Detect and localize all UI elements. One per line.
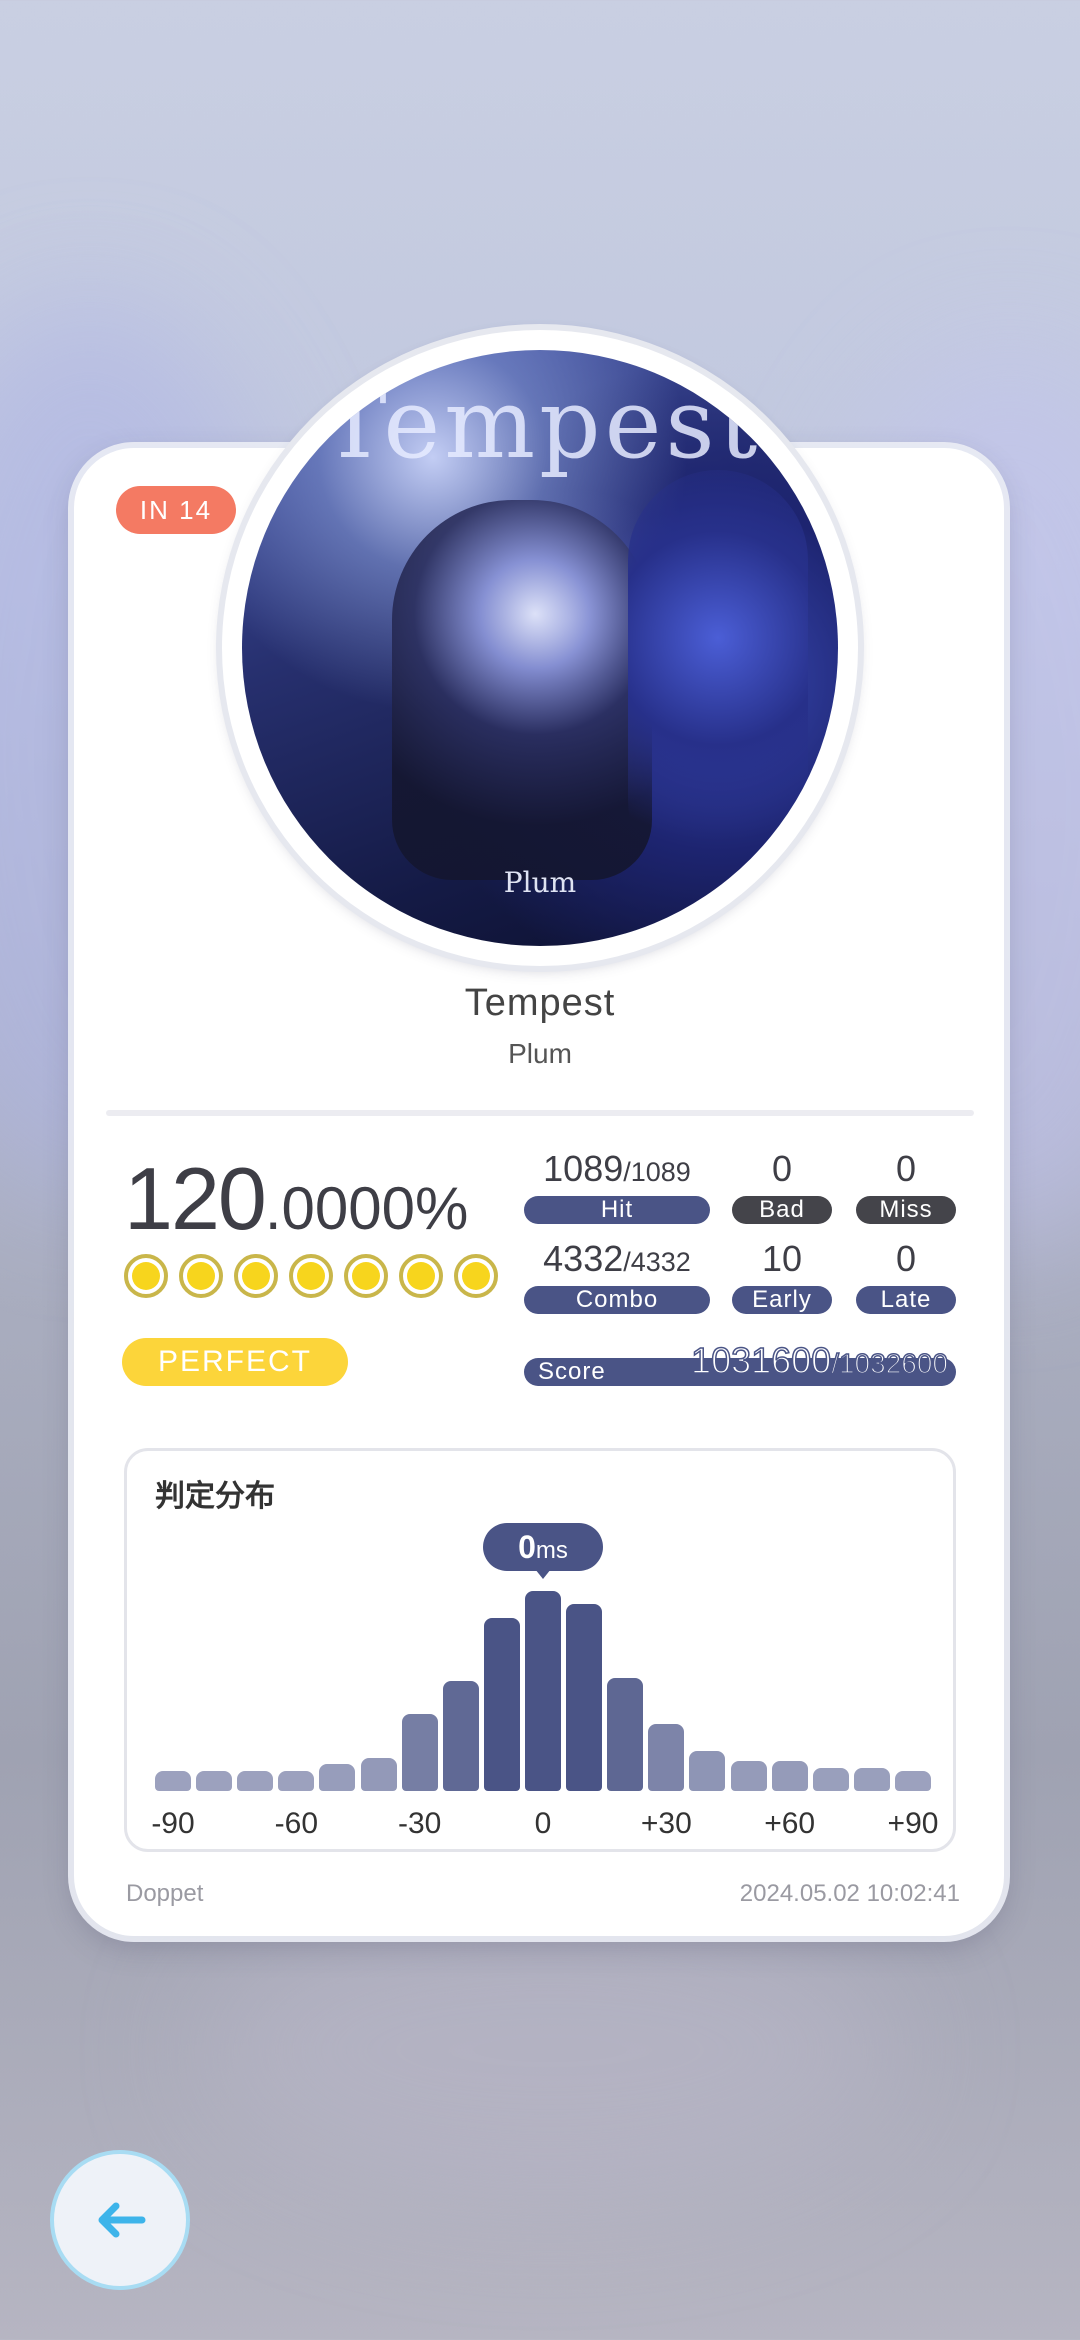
divider xyxy=(106,1110,974,1116)
distribution-tick-label: +30 xyxy=(640,1807,692,1840)
combo-count: 4332/4332 xyxy=(524,1238,710,1280)
combo-total: /4332 xyxy=(623,1247,691,1277)
full-clear-dot xyxy=(234,1254,278,1298)
score-bar: Score 1031600/1032600 xyxy=(524,1339,956,1386)
cover-artist-text: Plum xyxy=(503,866,577,899)
distribution-bar xyxy=(607,1677,644,1791)
distribution-bar xyxy=(401,1714,438,1791)
score-label: Score xyxy=(538,1358,606,1385)
distribution-tick-label: 0 xyxy=(534,1807,552,1840)
full-clear-dot xyxy=(179,1254,223,1298)
song-artist: Plum xyxy=(508,1038,572,1069)
distribution-bar xyxy=(442,1681,479,1791)
hit-count: 1089/1089 xyxy=(524,1148,710,1190)
distribution-tick-label: -90 xyxy=(151,1807,195,1840)
late-count: 0 xyxy=(895,1238,917,1279)
hit-total: /1089 xyxy=(623,1157,691,1187)
player-name: Doppet xyxy=(126,1880,204,1907)
distribution-bar xyxy=(319,1764,356,1791)
full-clear-dot xyxy=(124,1254,168,1298)
cover-art: Tempest Plum xyxy=(242,350,838,946)
distribution-bar xyxy=(525,1591,561,1791)
score-total: /1032600 xyxy=(830,1347,948,1380)
distribution-bar xyxy=(196,1771,233,1791)
accuracy-decimal: .0000% xyxy=(264,1175,469,1242)
accuracy-integer: 120 xyxy=(124,1149,267,1248)
hit-label: Hit xyxy=(524,1196,710,1224)
score-value: 1031600 xyxy=(690,1339,832,1382)
accuracy-percent: 120.0000% xyxy=(124,1148,468,1250)
hit-value: 1089 xyxy=(543,1148,624,1189)
full-clear-dot xyxy=(454,1254,498,1298)
rank-badge: PERFECT xyxy=(122,1338,348,1386)
cover-figure xyxy=(392,500,652,880)
early-label: Early xyxy=(732,1286,832,1314)
bad-label: Bad xyxy=(732,1196,832,1224)
miss-label: Miss xyxy=(856,1196,956,1224)
distribution-bar xyxy=(689,1751,726,1791)
arrow-left-icon xyxy=(98,2202,146,2238)
offset-unit: ms xyxy=(535,1537,568,1564)
cover-title-text: Tempest xyxy=(322,368,762,480)
distribution-bar xyxy=(278,1771,315,1791)
distribution-tick-label: +90 xyxy=(887,1807,939,1840)
late-label: Late xyxy=(856,1286,956,1314)
song-title: Tempest xyxy=(464,982,616,1024)
difficulty-badge: IN 14 xyxy=(116,486,236,534)
distribution-bar xyxy=(237,1771,274,1791)
distribution-bar xyxy=(895,1771,931,1791)
distribution-bar xyxy=(155,1771,191,1791)
distribution-tick-label: +60 xyxy=(764,1807,816,1840)
play-timestamp: 2024.05.02 10:02:41 xyxy=(739,1880,960,1907)
distribution-bar xyxy=(853,1767,890,1791)
combo-label: Combo xyxy=(524,1286,710,1314)
judgement-distribution-panel: 判定分布 0 ms -90 -60 -30 0 +30 +60 +90 xyxy=(124,1448,956,1852)
distribution-bar xyxy=(812,1767,849,1791)
back-button[interactable] xyxy=(50,2150,190,2290)
full-clear-dot xyxy=(399,1254,443,1298)
full-clear-dot xyxy=(344,1254,388,1298)
full-clear-dots xyxy=(124,1254,498,1298)
distribution-tick-label: -30 xyxy=(397,1807,442,1840)
distribution-bar xyxy=(730,1761,767,1791)
score-value-group: 1031600/1032600 xyxy=(690,1339,948,1382)
distribution-axis: -90 -60 -30 0 +30 +60 +90 xyxy=(127,1807,959,1843)
bad-count: 0 xyxy=(771,1148,793,1189)
distribution-title: 判定分布 xyxy=(155,1480,275,1513)
distribution-tick-label: -60 xyxy=(274,1807,318,1840)
offset-value: 0 xyxy=(518,1529,536,1565)
distribution-bar xyxy=(648,1724,685,1791)
distribution-bar xyxy=(360,1757,397,1791)
distribution-bar xyxy=(566,1604,603,1791)
distribution-bar xyxy=(771,1761,808,1791)
cover-plant xyxy=(628,470,808,890)
distribution-bar xyxy=(483,1617,520,1791)
early-count: 10 xyxy=(761,1238,803,1279)
combo-value: 4332 xyxy=(543,1238,624,1279)
full-clear-dot xyxy=(289,1254,333,1298)
miss-count: 0 xyxy=(895,1148,917,1189)
offset-bubble: 0 ms xyxy=(483,1523,603,1579)
distribution-bars xyxy=(155,1591,931,1791)
